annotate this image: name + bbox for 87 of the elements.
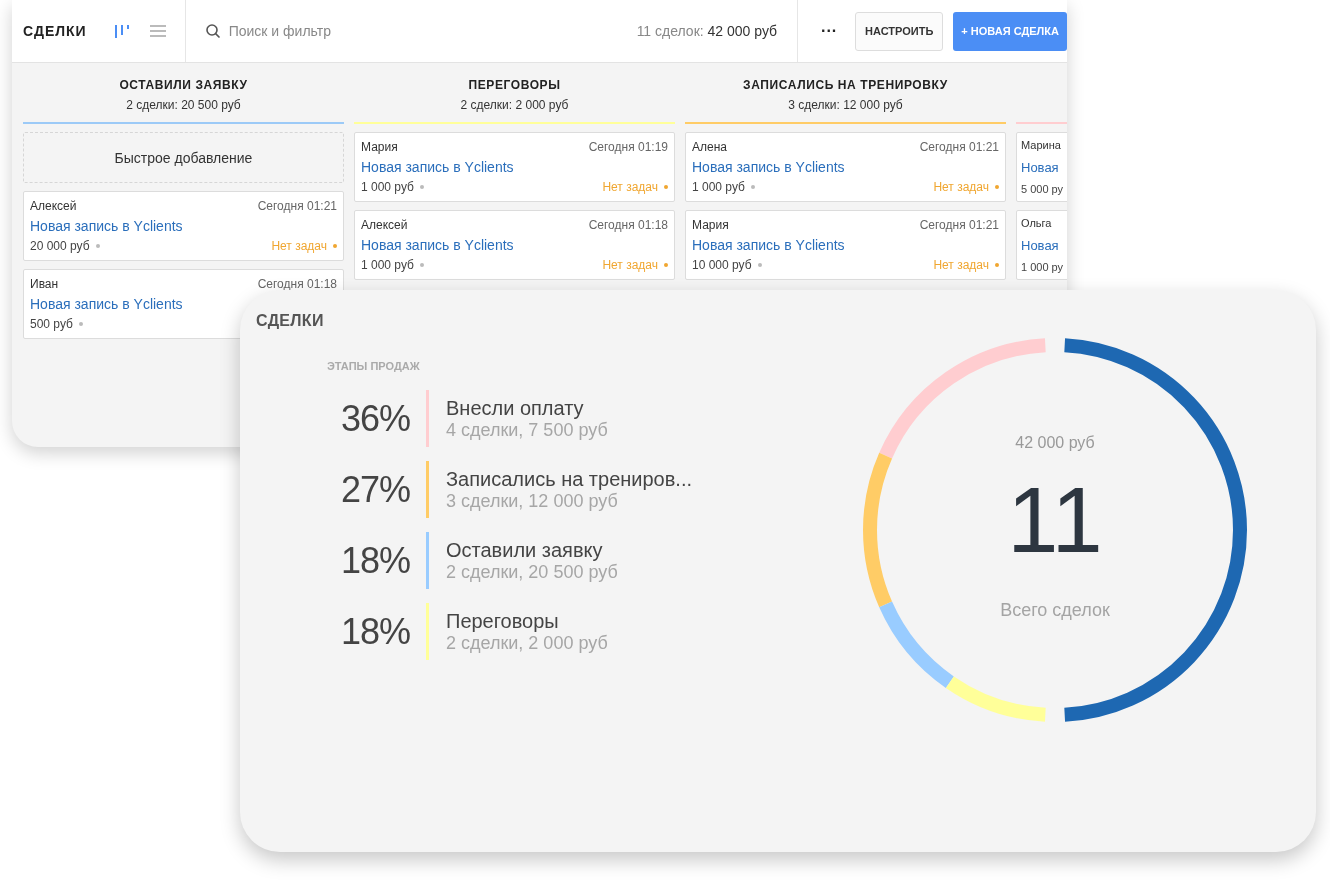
tasks-status: Нет задач bbox=[933, 258, 989, 272]
deals-summary: 11 сделок: 42 000 руб bbox=[636, 23, 778, 39]
tasks-status: Нет задач bbox=[933, 180, 989, 194]
client-name: Мария bbox=[361, 140, 398, 154]
settings-button[interactable]: НАСТРОИТЬ bbox=[855, 11, 944, 51]
deal-amount: 20 000 руб bbox=[30, 239, 90, 253]
deal-link[interactable]: Новая запись в Yclients bbox=[361, 159, 514, 175]
dot-icon bbox=[757, 263, 762, 267]
stage-name: Внесли оплату bbox=[446, 396, 585, 420]
stage-details: 3 сделки, 12 000 руб bbox=[446, 490, 619, 512]
deal-amount: 1 000 руб bbox=[361, 258, 414, 272]
stage-details: 2 сделки, 2 000 руб bbox=[446, 632, 608, 654]
client-name: Алена bbox=[692, 140, 727, 154]
window-title: СДЕЛКИ bbox=[23, 23, 87, 39]
stage-percent: 36% bbox=[339, 397, 410, 440]
deal-link[interactable]: Новая запись в Yclients bbox=[692, 159, 845, 175]
deal-card[interactable]: Мария Сегодня 01:21 Новая запись в Yclients 10 000 руб Нет задач bbox=[685, 210, 1006, 280]
stage-details: 2 сделки, 20 500 руб bbox=[446, 561, 618, 583]
deal-amount: 5 000 ру bbox=[1021, 183, 1064, 195]
deal-date: Сегодня 01:19 bbox=[588, 140, 668, 154]
deal-card[interactable]: Мария Сегодня 01:19 Новая запись в Yclients 1 000 руб Нет задач bbox=[354, 132, 675, 202]
client-name: Алексей bbox=[361, 218, 408, 232]
tasks-status: Нет задач bbox=[271, 239, 327, 253]
dot-icon bbox=[419, 185, 424, 189]
dot-icon bbox=[664, 263, 668, 267]
client-name: Иван bbox=[30, 277, 59, 291]
column-title: ОСТАВИЛИ ЗАЯВКУ bbox=[119, 78, 248, 92]
column-title: ПЕРЕГОВОРЫ bbox=[468, 78, 561, 92]
tasks-status: Нет задач bbox=[602, 180, 658, 194]
deal-card[interactable]: Марина Новая 5 000 ру bbox=[1016, 132, 1067, 202]
list-view-icon bbox=[149, 24, 166, 38]
total-count: 11 bbox=[1007, 474, 1103, 566]
dot-icon bbox=[664, 185, 668, 189]
dot-icon bbox=[333, 244, 337, 248]
dot-icon bbox=[78, 322, 83, 326]
deal-link[interactable]: Новая запись в Yclients bbox=[361, 237, 514, 253]
stage-details: 4 сделки, 7 500 руб bbox=[446, 419, 608, 441]
dot-icon bbox=[750, 185, 755, 189]
column-summary: 3 сделки: 12 000 руб bbox=[788, 98, 903, 112]
deal-link[interactable]: Новая запись в Yclients bbox=[30, 218, 183, 234]
deal-amount: 1 000 руб bbox=[692, 180, 745, 194]
report-title: СДЕЛКИ bbox=[256, 312, 325, 330]
dot-icon bbox=[419, 263, 424, 267]
deal-amount: 1 000 ру bbox=[1021, 261, 1064, 273]
column-summary: 2 сделки: 20 500 руб bbox=[126, 98, 241, 112]
deal-card[interactable]: Ольга Новая 1 000 ру bbox=[1016, 210, 1067, 280]
deal-amount: 1 000 руб bbox=[361, 180, 414, 194]
client-name: Алексей bbox=[30, 199, 77, 213]
board-view-button[interactable] bbox=[112, 22, 131, 40]
deal-card[interactable]: Алексей Сегодня 01:21 Новая запись в Yclients 20 000 руб Нет задач bbox=[23, 191, 344, 261]
column-title: ЗАПИСАЛИСЬ НА ТРЕНИРОВКУ bbox=[743, 78, 948, 92]
deal-date: Сегодня 01:18 bbox=[588, 218, 668, 232]
stage-name: Записались на трениров... bbox=[446, 467, 693, 491]
list-view-button[interactable] bbox=[148, 22, 167, 40]
deal-link[interactable]: Новая bbox=[1021, 237, 1059, 253]
quick-add-button[interactable]: Быстрое добавление bbox=[23, 132, 344, 183]
deal-amount: 10 000 руб bbox=[692, 258, 752, 272]
column-summary: 2 сделки: 2 000 руб bbox=[460, 98, 569, 112]
dot-icon bbox=[95, 244, 100, 248]
total-amount: 42 000 руб bbox=[1015, 434, 1095, 452]
board-view-icon bbox=[113, 23, 130, 39]
more-button[interactable]: ··· bbox=[815, 21, 844, 41]
stage-percent: 27% bbox=[339, 468, 410, 511]
stage-name: Оставили заявку bbox=[446, 538, 604, 562]
search-icon bbox=[205, 23, 221, 39]
deal-date: Сегодня 01:21 bbox=[919, 140, 999, 154]
deal-date: Сегодня 01:18 bbox=[257, 277, 337, 291]
section-label: ЭТАПЫ ПРОДАЖ bbox=[327, 360, 421, 372]
total-label: Всего сделок bbox=[1000, 600, 1110, 621]
deal-card[interactable]: Алена Сегодня 01:21 Новая запись в Yclients 1 000 руб Нет задач bbox=[685, 132, 1006, 202]
deal-link[interactable]: Новая запись в Yclients bbox=[692, 237, 845, 253]
dot-icon bbox=[995, 185, 999, 189]
stage-name: Переговоры bbox=[446, 609, 560, 633]
deal-link[interactable]: Новая bbox=[1021, 159, 1059, 175]
stage-percent: 18% bbox=[339, 539, 410, 582]
deal-amount: 500 руб bbox=[30, 317, 73, 331]
dot-icon bbox=[995, 263, 999, 267]
deal-date: Сегодня 01:21 bbox=[919, 218, 999, 232]
deal-date: Сегодня 01:21 bbox=[257, 199, 337, 213]
client-name: Ольга bbox=[1021, 217, 1052, 229]
client-name: Марина bbox=[1021, 139, 1061, 151]
tasks-status: Нет задач bbox=[602, 258, 658, 272]
deal-card[interactable]: Алексей Сегодня 01:18 Новая запись в Yclients 1 000 руб Нет задач bbox=[354, 210, 675, 280]
search-field[interactable]: Поиск и фильтр bbox=[226, 22, 431, 40]
stage-percent: 18% bbox=[339, 610, 410, 653]
client-name: Мария bbox=[692, 218, 729, 232]
deal-link[interactable]: Новая запись в Yclients bbox=[30, 296, 183, 312]
